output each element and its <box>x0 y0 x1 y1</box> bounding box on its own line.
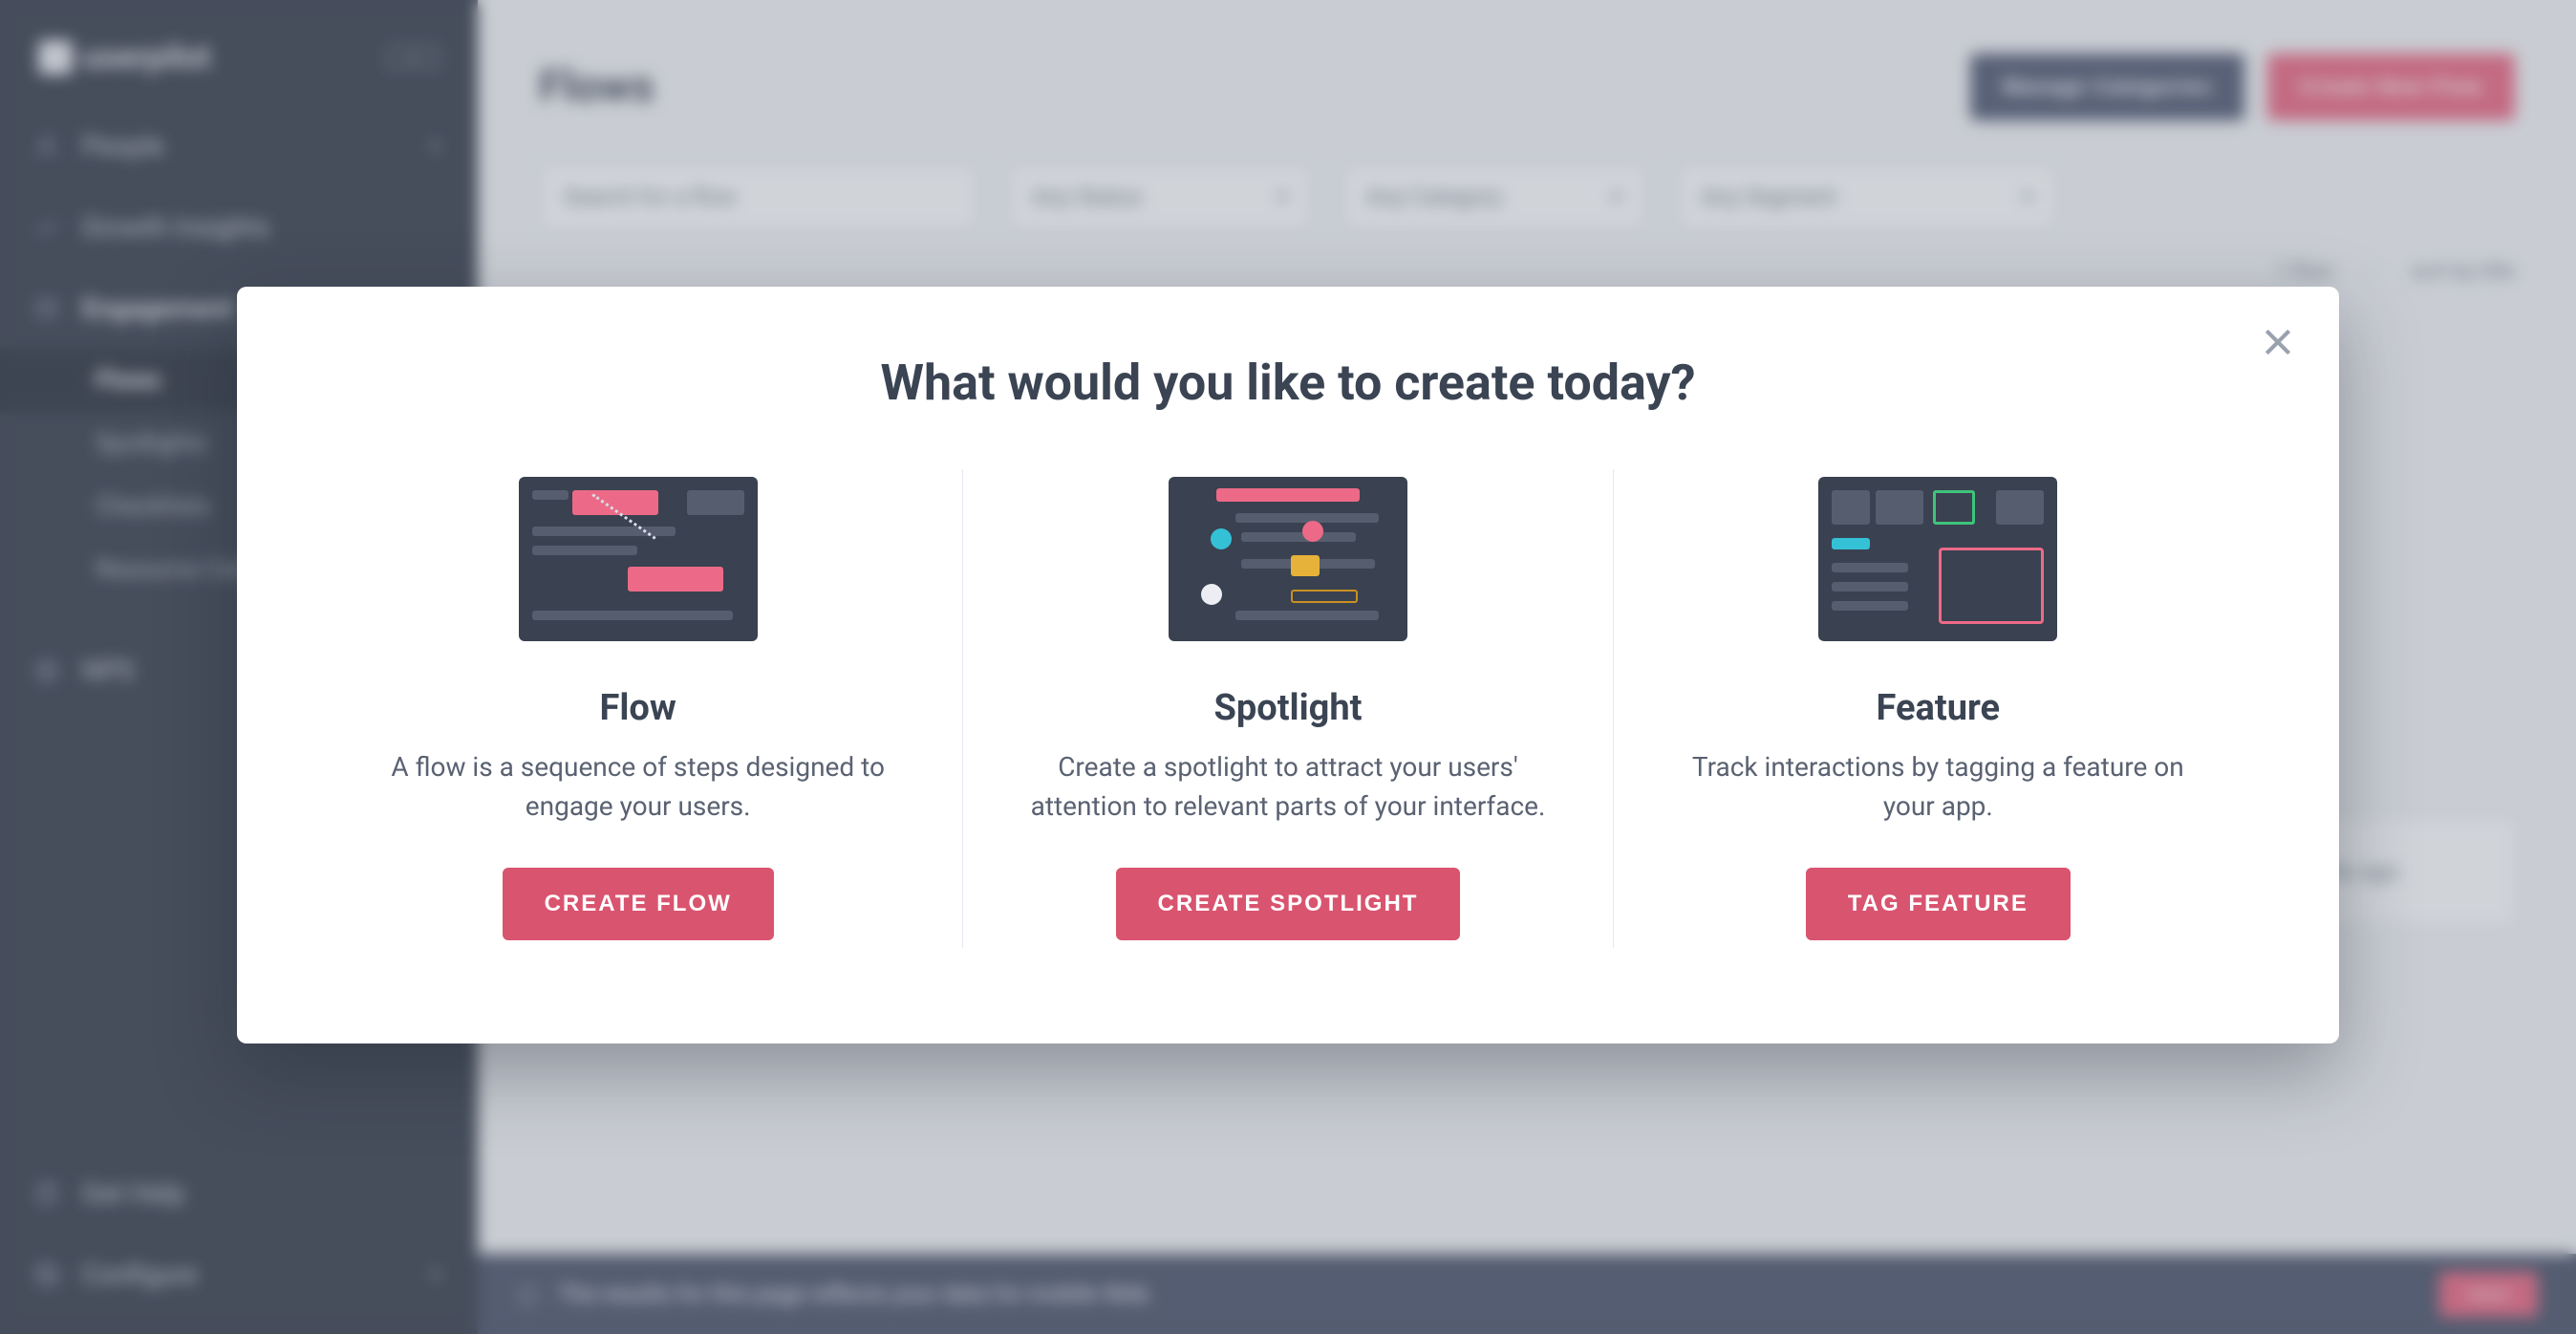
option-desc: Create a spotlight to attract your users… <box>1020 748 1555 826</box>
option-feature: Feature Track interactions by tagging a … <box>1613 469 2263 948</box>
modal-wrapper: What would you like to create today? Flo… <box>0 0 2576 1334</box>
option-spotlight: Spotlight Create a spotlight to attract … <box>962 469 1612 948</box>
flow-thumbnail-icon <box>519 477 758 641</box>
close-button[interactable] <box>2259 323 2297 361</box>
modal-title: What would you like to create today? <box>313 354 2263 412</box>
option-desc: A flow is a sequence of steps designed t… <box>371 748 905 826</box>
spotlight-thumbnail-icon <box>1169 477 1407 641</box>
feature-thumbnail-icon <box>1818 477 2057 641</box>
tag-feature-button[interactable]: TAG FEATURE <box>1806 868 2071 940</box>
modal-options: Flow A flow is a sequence of steps desig… <box>313 469 2263 948</box>
option-title: Flow <box>600 687 676 729</box>
option-title: Spotlight <box>1213 687 1362 729</box>
option-flow: Flow A flow is a sequence of steps desig… <box>313 469 962 948</box>
create-spotlight-button[interactable]: CREATE SPOTLIGHT <box>1116 868 1461 940</box>
create-flow-button[interactable]: CREATE FLOW <box>503 868 774 940</box>
create-modal: What would you like to create today? Flo… <box>237 287 2339 1044</box>
option-title: Feature <box>1877 687 2001 729</box>
option-desc: Track interactions by tagging a feature … <box>1671 748 2205 826</box>
